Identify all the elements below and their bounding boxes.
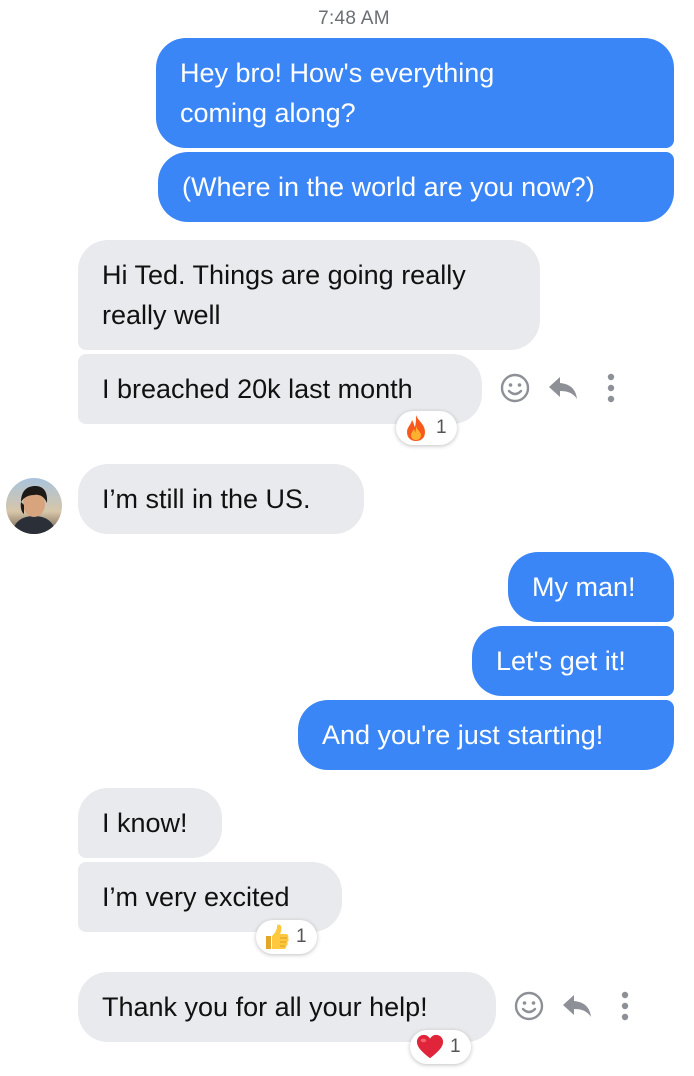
- message-bubble-incoming[interactable]: I’m still in the US.: [78, 464, 364, 534]
- message-actions: [498, 368, 628, 408]
- reaction-count: 1: [450, 1036, 461, 1057]
- message-bubble-outgoing[interactable]: My man!: [508, 552, 674, 622]
- message-text: (Where in the world are you now?): [182, 172, 595, 202]
- reaction-badge[interactable]: 1: [256, 920, 317, 954]
- smiley-react-icon[interactable]: [512, 989, 546, 1023]
- message-text-line: really well: [102, 300, 221, 330]
- thumbs-up-emoji-icon: [262, 923, 290, 951]
- reaction-count: 1: [436, 417, 447, 438]
- reply-arrow-icon[interactable]: [560, 989, 594, 1023]
- message-text: Let's get it!: [496, 646, 626, 676]
- message-bubble-outgoing[interactable]: (Where in the world are you now?): [158, 152, 674, 222]
- message-bubble-incoming[interactable]: Hi Ted. Things are going really really w…: [78, 240, 540, 350]
- reaction-count: 1: [296, 926, 307, 947]
- more-vertical-icon[interactable]: [594, 371, 628, 405]
- message-text: I know!: [102, 808, 188, 838]
- message-actions: [512, 986, 642, 1026]
- more-vertical-icon[interactable]: [608, 989, 642, 1023]
- message-text: I’m very excited: [102, 882, 290, 912]
- contact-avatar[interactable]: [6, 478, 62, 534]
- message-text: And you're just starting!: [322, 720, 604, 750]
- message-bubble-outgoing[interactable]: And you're just starting!: [298, 700, 674, 770]
- reaction-badge[interactable]: 1: [410, 1030, 471, 1064]
- message-bubble-outgoing[interactable]: Hey bro! How's everything coming along?: [156, 38, 674, 148]
- message-text-line: Hi Ted. Things are going really: [102, 260, 466, 290]
- message-text: Thank you for all your help!: [102, 992, 428, 1022]
- message-timestamp: 7:48 AM: [318, 8, 390, 29]
- reaction-badge[interactable]: 1: [396, 411, 457, 445]
- fire-emoji-icon: [402, 414, 430, 442]
- message-text-line: Hey bro! How's everything: [180, 58, 495, 88]
- message-text: I breached 20k last month: [102, 374, 413, 404]
- reply-arrow-icon[interactable]: [546, 371, 580, 405]
- message-text-line: coming along?: [180, 98, 356, 128]
- message-bubble-incoming[interactable]: I know!: [78, 788, 222, 858]
- message-text: My man!: [532, 572, 636, 602]
- message-text: I’m still in the US.: [102, 484, 311, 514]
- red-heart-emoji-icon: [416, 1033, 444, 1061]
- message-bubble-outgoing[interactable]: Let's get it!: [472, 626, 674, 696]
- smiley-react-icon[interactable]: [498, 371, 532, 405]
